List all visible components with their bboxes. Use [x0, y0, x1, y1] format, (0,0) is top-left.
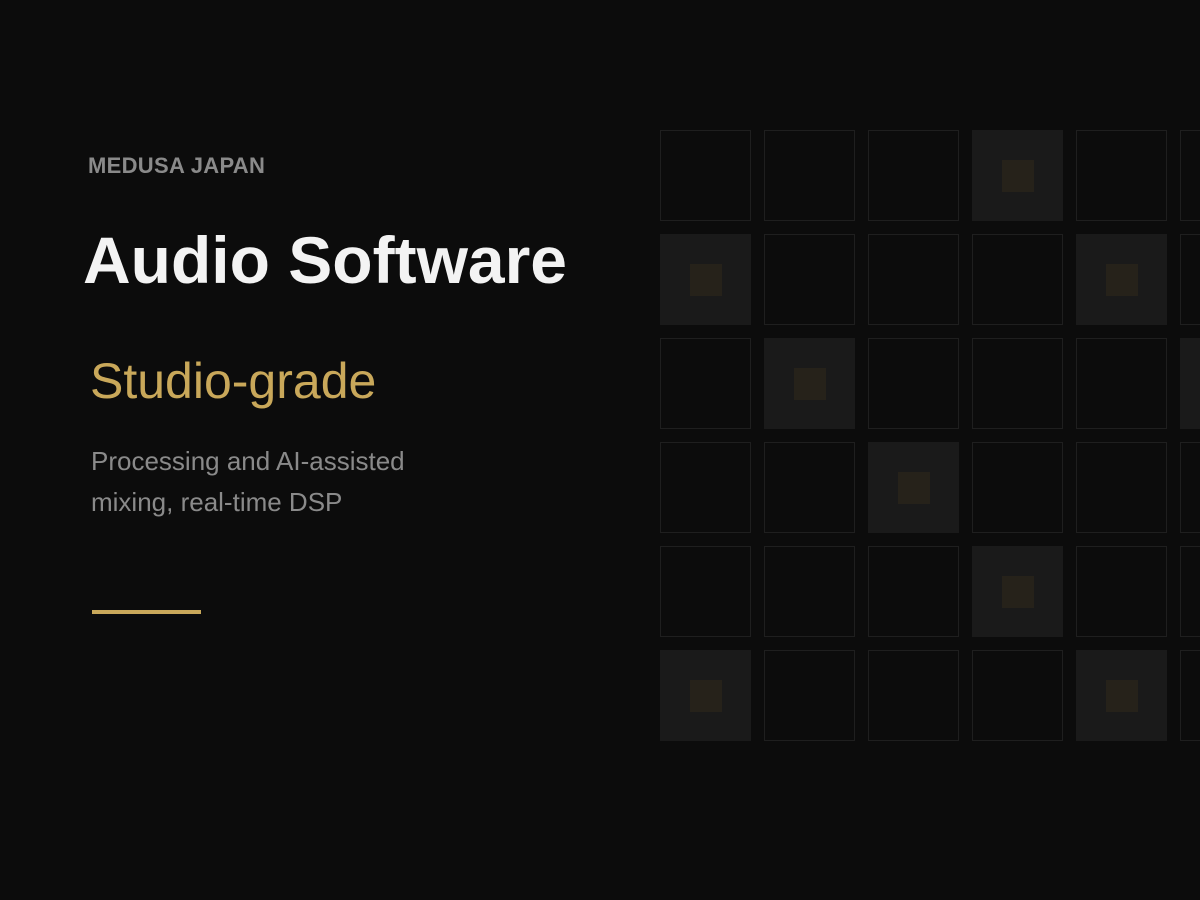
- grid-cell: [660, 338, 751, 429]
- grid-cell: [868, 234, 959, 325]
- grid-cell: [1076, 442, 1167, 533]
- decorative-grid: [660, 130, 1200, 750]
- grid-cell-marker: [1106, 264, 1138, 296]
- grid-cell: [764, 338, 855, 429]
- grid-cell: [868, 546, 959, 637]
- grid-cell: [764, 546, 855, 637]
- grid-cell: [972, 234, 1063, 325]
- accent-divider: [92, 610, 201, 614]
- grid-cell: [1076, 130, 1167, 221]
- grid-cell: [764, 650, 855, 741]
- grid-cell: [868, 442, 959, 533]
- grid-cell: [1076, 650, 1167, 741]
- description-line-1: Processing and AI-assisted: [91, 446, 405, 476]
- grid-cell: [1180, 234, 1200, 325]
- grid-cell: [1180, 546, 1200, 637]
- grid-cell-marker: [794, 368, 826, 400]
- grid-cell: [660, 130, 751, 221]
- grid-cell: [1076, 234, 1167, 325]
- subtitle: Studio-grade: [90, 353, 377, 409]
- grid-cell-marker: [690, 264, 722, 296]
- grid-cell-marker: [690, 680, 722, 712]
- grid-cell-marker: [898, 472, 930, 504]
- grid-cell: [972, 130, 1063, 221]
- grid-cell: [660, 442, 751, 533]
- grid-cell: [660, 546, 751, 637]
- grid-cell: [764, 234, 855, 325]
- grid-cell: [1076, 338, 1167, 429]
- grid-cell: [868, 130, 959, 221]
- grid-cell: [972, 650, 1063, 741]
- grid-cell-marker: [1106, 680, 1138, 712]
- brand-name: MEDUSA JAPAN: [88, 153, 266, 178]
- grid-cell: [660, 234, 751, 325]
- description: Processing and AI-assisted mixing, real-…: [91, 441, 551, 523]
- grid-cell-marker: [1002, 576, 1034, 608]
- grid-cell: [1180, 442, 1200, 533]
- grid-cell: [660, 650, 751, 741]
- grid-cell: [868, 650, 959, 741]
- grid-cell: [1180, 338, 1200, 429]
- grid-cell: [1180, 650, 1200, 741]
- grid-cell: [1180, 130, 1200, 221]
- grid-cell: [972, 338, 1063, 429]
- page-title: Audio Software: [83, 223, 568, 297]
- grid-cell-marker: [1002, 160, 1034, 192]
- grid-cell: [764, 442, 855, 533]
- description-line-2: mixing, real-time DSP: [91, 487, 343, 517]
- grid-cell: [1076, 546, 1167, 637]
- grid-cell: [972, 546, 1063, 637]
- grid-cell: [972, 442, 1063, 533]
- grid-cell: [764, 130, 855, 221]
- grid-cell: [868, 338, 959, 429]
